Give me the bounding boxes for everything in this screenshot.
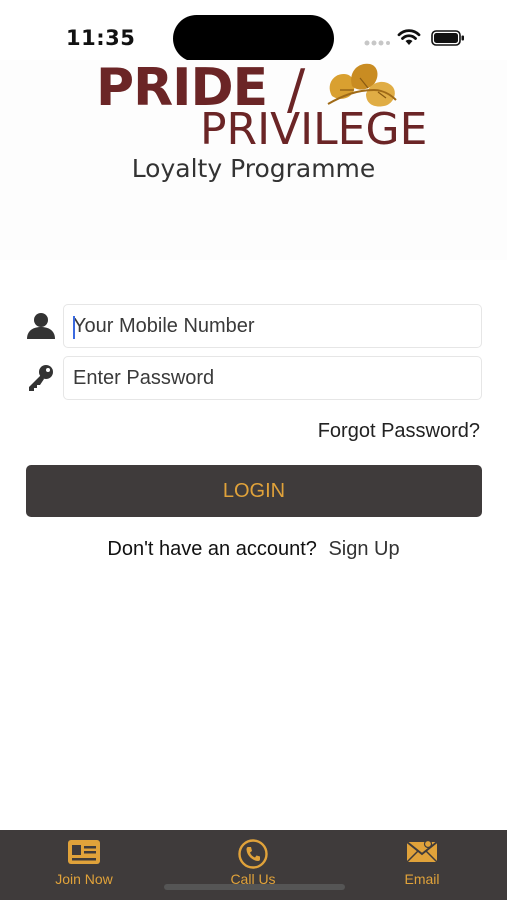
bottom-nav-call-us[interactable]: Call Us	[193, 830, 313, 892]
no-account-text: Don't have an account?	[107, 538, 317, 560]
text-caret	[73, 316, 75, 339]
user-icon	[27, 313, 55, 339]
battery-icon	[431, 30, 464, 46]
bottom-nav-label: Join Now	[55, 871, 113, 887]
signup-prompt: Don't have an account? Sign Up	[0, 538, 507, 561]
id-card-icon	[68, 840, 100, 864]
sign-up-link[interactable]: Sign Up	[328, 538, 399, 560]
home-indicator	[164, 884, 345, 890]
mobile-input[interactable]	[64, 305, 481, 347]
status-time: 11:35	[66, 26, 136, 50]
login-button[interactable]: LOGIN	[26, 465, 482, 517]
password-field[interactable]	[63, 356, 482, 400]
forgot-password-link[interactable]: Forgot Password?	[318, 420, 480, 443]
bottom-nav-join-now[interactable]: Join Now	[24, 830, 144, 892]
brand-name-bottom: PRIVILEGE	[200, 104, 428, 155]
mobile-field[interactable]	[63, 304, 482, 348]
phone-icon	[238, 839, 268, 869]
mobile-row	[26, 304, 482, 348]
logo-header: PRIDE / PRIVILEGE Loyalty Programme	[0, 60, 507, 260]
password-row	[26, 356, 482, 400]
bottom-nav-email[interactable]: Email	[362, 830, 482, 892]
bottom-nav-label: Email	[404, 871, 440, 887]
envelope-icon	[406, 839, 438, 863]
dynamic-island	[173, 15, 334, 62]
brand-tagline: Loyalty Programme	[131, 154, 376, 183]
password-input[interactable]	[64, 357, 481, 399]
signal-dots-icon	[364, 40, 390, 46]
wifi-icon	[397, 29, 421, 45]
key-icon	[29, 365, 53, 391]
